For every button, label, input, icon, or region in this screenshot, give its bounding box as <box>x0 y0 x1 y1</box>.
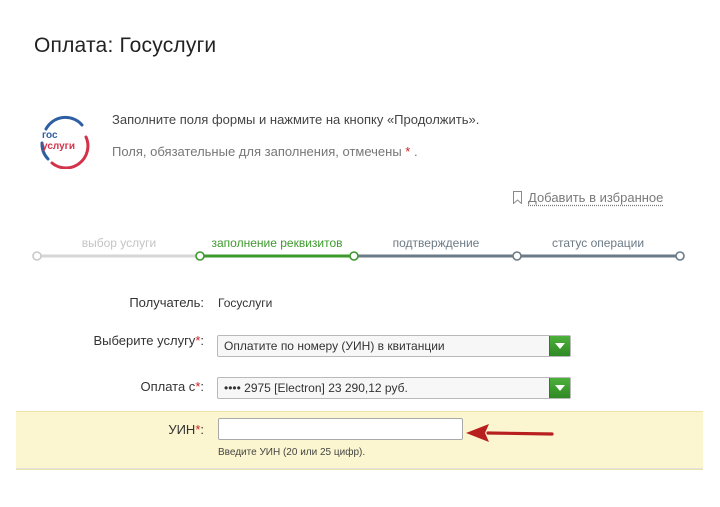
step-node-4 <box>675 251 685 261</box>
service-label-text: Выберите услугу <box>93 333 196 348</box>
step-node-0 <box>32 251 42 261</box>
step-confirmation: подтверждение <box>392 236 480 250</box>
required-note: Поля, обязательные для заполнения, отмеч… <box>112 144 418 159</box>
pay-from-label: Оплата с*: <box>140 379 204 394</box>
pay-from-dropdown-button[interactable] <box>549 378 570 398</box>
uin-label-colon: : <box>200 422 204 437</box>
recipient-label: Получатель: <box>129 295 204 310</box>
uin-label-text: УИН <box>168 422 196 437</box>
chevron-down-icon <box>555 343 565 349</box>
step-fill-details: заполнение реквизитов <box>211 236 343 250</box>
step-operation-status: статус операции <box>551 236 645 250</box>
service-dropdown-button[interactable] <box>549 336 570 356</box>
required-note-end: . <box>413 144 418 159</box>
add-to-favorites-label: Добавить в избранное <box>528 190 664 205</box>
step-node-1 <box>195 251 205 261</box>
uin-hint: Введите УИН (20 или 25 цифр). <box>218 447 366 458</box>
logo-text-gos: гос <box>42 130 58 141</box>
progress-steps: выбор услуги заполнение реквизитов подтв… <box>0 230 720 270</box>
service-label-colon: : <box>200 333 204 348</box>
gosuslugi-logo: гос услуги <box>40 115 90 169</box>
add-to-favorites-link[interactable]: Добавить в избранное <box>513 190 663 205</box>
service-label: Выберите услугу*: <box>93 333 204 348</box>
form-bottom-divider <box>16 468 703 469</box>
red-arrow-annotation <box>466 424 554 442</box>
service-select[interactable]: Оплатите по номеру (УИН) в квитанции <box>217 335 571 357</box>
chevron-down-icon <box>555 385 565 391</box>
pay-from-select[interactable]: •••• 2975 [Electron] 23 290,12 руб. <box>217 377 571 399</box>
pay-from-label-colon: : <box>200 379 204 394</box>
required-note-text: Поля, обязательные для заполнения, отмеч… <box>112 144 402 159</box>
logo-text-uslugi: услуги <box>42 141 75 152</box>
service-select-value: Оплатите по номеру (УИН) в квитанции <box>224 339 445 353</box>
step-node-2 <box>349 251 359 261</box>
form-instruction: Заполните поля формы и нажмите на кнопку… <box>112 112 480 127</box>
step-node-3 <box>512 251 522 261</box>
bookmark-icon <box>513 191 522 204</box>
required-star: * <box>405 144 411 159</box>
pay-from-label-text: Оплата с <box>140 379 196 394</box>
uin-input[interactable] <box>218 418 463 440</box>
pay-from-select-value: •••• 2975 [Electron] 23 290,12 руб. <box>224 381 408 395</box>
recipient-value: Госуслуги <box>218 296 273 310</box>
uin-label: УИН*: <box>168 422 204 437</box>
step-choose-service: выбор услуги <box>81 236 157 250</box>
page-title: Оплата: Госуслуги <box>34 34 217 57</box>
